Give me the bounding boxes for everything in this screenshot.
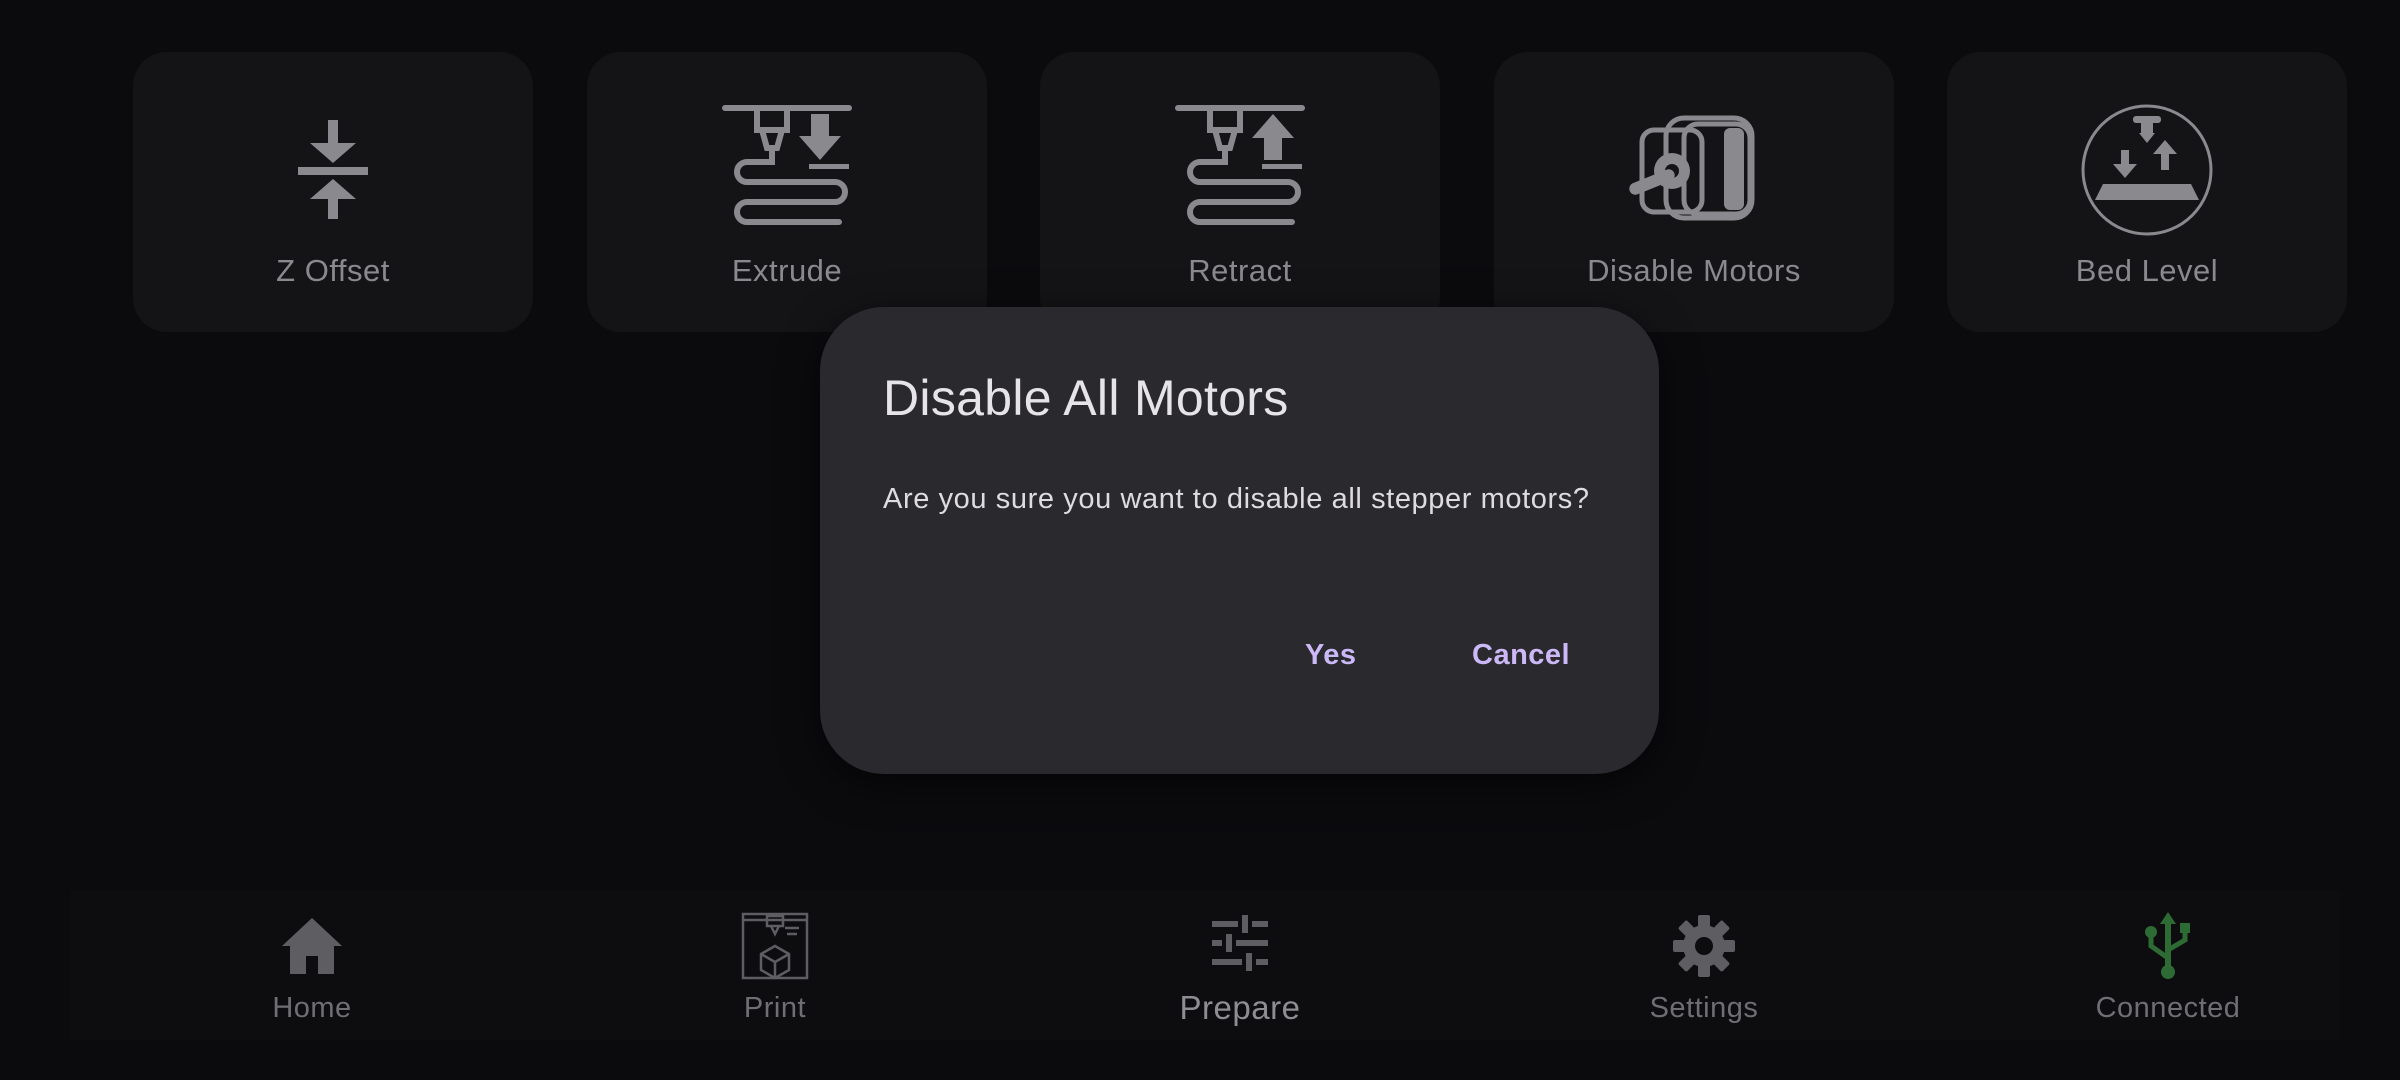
dialog-title: Disable All Motors <box>883 370 1289 426</box>
dialog-message: Are you sure you want to disable all ste… <box>883 483 1590 515</box>
yes-button[interactable]: Yes <box>1285 623 1377 687</box>
disable-motors-dialog: Disable All Motors Are you sure you want… <box>820 307 1659 774</box>
cancel-button[interactable]: Cancel <box>1452 623 1590 687</box>
